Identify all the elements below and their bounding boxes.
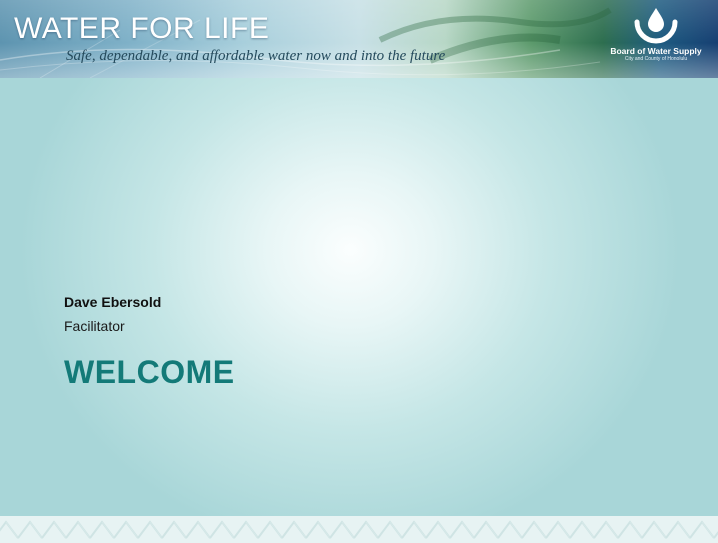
banner-title: WATER FOR LIFE — [14, 12, 270, 45]
footer-pattern-motif — [677, 521, 703, 539]
board-of-water-supply-logo: Board of Water Supply City and County of… — [600, 6, 712, 72]
footer-pattern-motif — [557, 521, 583, 539]
footer-pattern-motif — [473, 520, 499, 539]
footer-pattern-motif — [353, 520, 379, 539]
footer-pattern-motif — [305, 520, 331, 539]
footer-pattern-strip — [0, 516, 718, 543]
footer-pattern-motif — [629, 521, 655, 539]
footer-pattern-motif — [269, 521, 295, 539]
footer-pattern-motif — [89, 520, 115, 539]
logo-subtitle: City and County of Honolulu — [624, 56, 688, 62]
water-drop-hand-icon — [634, 8, 678, 44]
header-banner: WATER FOR LIFE Safe, dependable, and aff… — [0, 0, 718, 78]
footer-pattern-motif — [581, 521, 607, 539]
footer-pattern-motif — [17, 520, 43, 539]
footer-pattern-motif — [197, 521, 223, 539]
footer-pattern-motif — [533, 521, 559, 539]
footer-pattern-motif — [77, 521, 103, 539]
footer-pattern-motif — [293, 521, 319, 539]
footer-pattern-motif — [53, 521, 79, 539]
footer-pattern-motif — [545, 520, 571, 539]
footer-pattern-motif — [161, 520, 187, 539]
footer-pattern-motif — [497, 520, 523, 539]
footer-pattern-motif — [29, 521, 55, 539]
footer-pattern — [0, 520, 718, 539]
footer-pattern-motif — [521, 520, 547, 539]
footer-pattern-motif — [233, 520, 259, 539]
footer-pattern-motif — [401, 520, 427, 539]
footer-pattern-motif — [41, 520, 67, 539]
footer-pattern-motif — [329, 520, 355, 539]
footer-pattern-motif — [665, 520, 691, 539]
footer-pattern-motif — [569, 520, 595, 539]
footer-pattern-motif — [689, 520, 715, 539]
footer-pattern-motif — [377, 520, 403, 539]
footer-pattern-motif — [413, 521, 439, 539]
footer-pattern-motif — [389, 521, 415, 539]
footer-pattern-motif — [593, 520, 619, 539]
footer-pattern-motif — [341, 521, 367, 539]
footer-pattern-motif — [317, 521, 343, 539]
footer-pattern-motif — [245, 521, 271, 539]
presenter-name: Dave Ebersold — [64, 294, 162, 310]
footer-pattern-motif — [485, 521, 511, 539]
footer-pattern-motif — [0, 520, 19, 539]
footer-pattern-motif — [125, 521, 151, 539]
footer-pattern-motif — [605, 521, 631, 539]
slide: WATER FOR LIFE Safe, dependable, and aff… — [0, 0, 718, 543]
footer-pattern-motif — [257, 520, 283, 539]
footer-pattern-motif — [437, 521, 463, 539]
footer-pattern-motif — [281, 520, 307, 539]
footer-pattern-motif — [461, 521, 487, 539]
footer-pattern-motif — [173, 521, 199, 539]
presenter-role: Facilitator — [64, 318, 125, 334]
footer-pattern-motif — [113, 520, 139, 539]
footer-pattern-motif — [365, 521, 391, 539]
footer-pattern-motif — [185, 520, 211, 539]
footer-pattern-motif — [221, 521, 247, 539]
footer-pattern-motif — [149, 521, 175, 539]
footer-pattern-motif — [713, 531, 718, 539]
banner-tagline: Safe, dependable, and affordable water n… — [66, 48, 446, 64]
footer-pattern-motif — [509, 521, 535, 539]
slide-heading: WELCOME — [64, 354, 235, 390]
footer-pattern-motif — [641, 520, 667, 539]
footer-pattern-motif — [449, 520, 475, 539]
footer-pattern-motif — [617, 520, 643, 539]
footer-pattern-motif — [425, 520, 451, 539]
footer-pattern-motif — [5, 521, 31, 539]
footer-pattern-motif — [101, 521, 127, 539]
logo-name: Board of Water Supply — [610, 46, 702, 56]
footer-pattern-motif — [653, 521, 679, 539]
footer-pattern-motif — [137, 520, 163, 539]
footer-pattern-motif — [209, 520, 235, 539]
footer-pattern-motif — [65, 520, 91, 539]
